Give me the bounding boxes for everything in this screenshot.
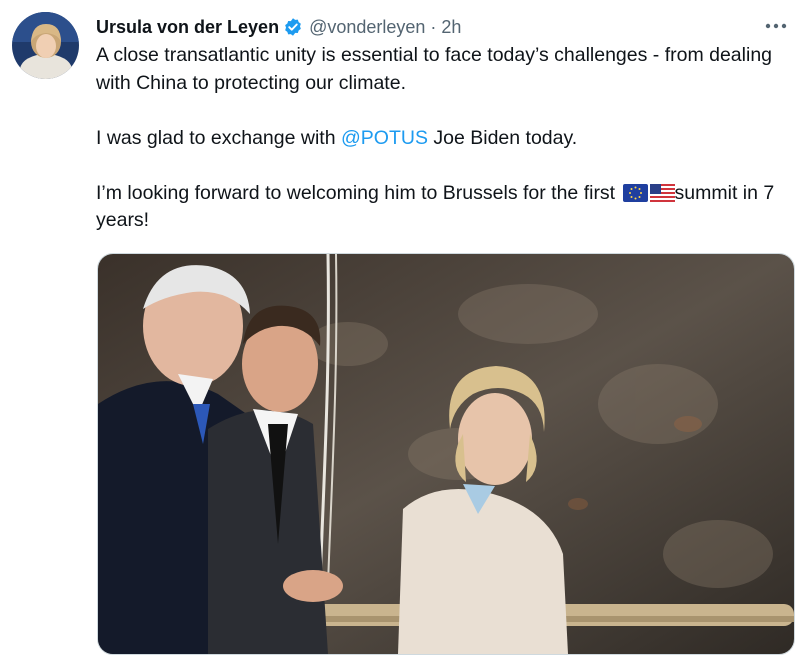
text-span: Joe Biden today. (427, 126, 578, 149)
avatar[interactable] (12, 12, 79, 79)
display-name[interactable]: Ursula von der Leyen (96, 17, 279, 38)
verified-badge-icon (283, 17, 303, 37)
tweet-paragraph-3: I’m looking forward to welcoming him to … (96, 180, 786, 235)
separator-dot: · (430, 16, 437, 37)
tweet-header: Ursula von der Leyen @vonderleyen · 2h (96, 13, 461, 41)
tweet-paragraph-1: A close transatlantic unity is essential… (96, 44, 773, 94)
eu-flag-icon (622, 183, 648, 202)
more-options-icon[interactable] (762, 14, 790, 38)
tweet-text: A close transatlantic unity is essential… (96, 42, 786, 235)
user-handle[interactable]: @vonderleyen (309, 17, 425, 38)
mention-link[interactable]: @POTUS (341, 127, 428, 149)
us-flag-icon (649, 183, 675, 202)
tweet-timestamp[interactable]: 2h (441, 17, 461, 38)
text-span: I was glad to exchange with (96, 126, 341, 149)
text-span: I’m looking forward to welcoming him to … (96, 181, 621, 204)
tweet-photo[interactable] (97, 253, 795, 655)
tweet-paragraph-2: I was glad to exchange with @POTUS Joe B… (96, 125, 786, 153)
